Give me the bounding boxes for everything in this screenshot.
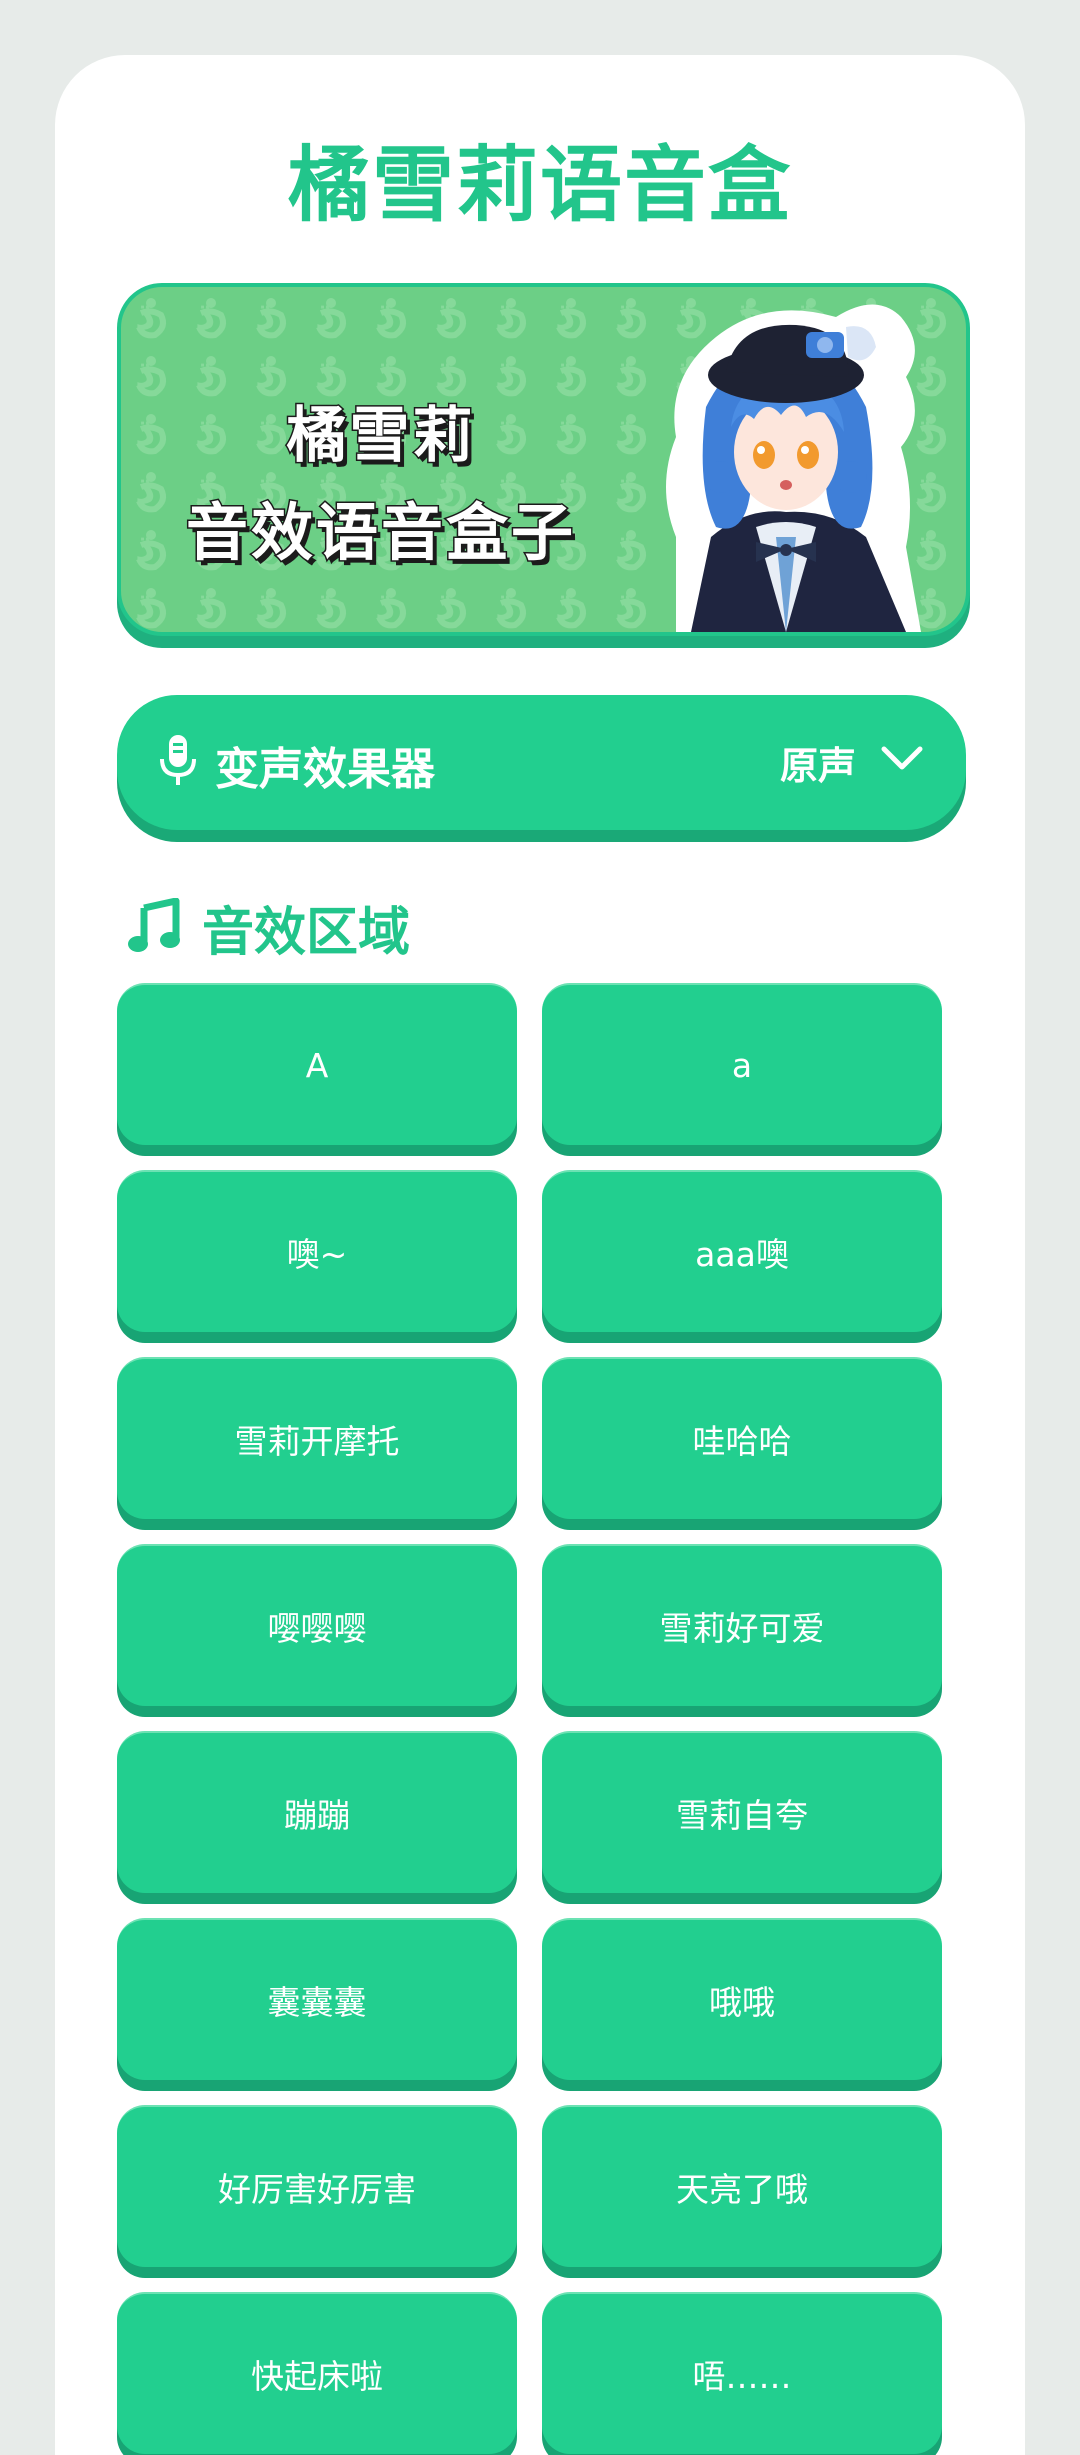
- section-title: 音效区域: [202, 903, 411, 963]
- voice-changer-dropdown[interactable]: 变声效果器 原声: [117, 695, 966, 830]
- voice-changer-value: 原声: [779, 744, 856, 788]
- sound-button[interactable]: aaa噢: [542, 1170, 942, 1332]
- sound-button[interactable]: 雪莉好可爱: [542, 1544, 942, 1706]
- character-illustration: [666, 304, 921, 632]
- banner-title-line2: 音效语音盒子: [184, 495, 576, 571]
- sound-button[interactable]: 哦哦: [542, 1918, 942, 2080]
- music-note-icon: [128, 898, 180, 952]
- sound-button[interactable]: 雪莉自夸: [542, 1731, 942, 1893]
- banner-title-line1: 橘雪莉: [285, 400, 476, 473]
- sound-button[interactable]: 哇哈哈: [542, 1357, 942, 1519]
- sound-button[interactable]: 快起床啦: [117, 2292, 517, 2454]
- sound-button[interactable]: 雪莉开摩托: [117, 1357, 517, 1519]
- sound-button[interactable]: A: [117, 983, 517, 1145]
- sound-button[interactable]: 唔……: [542, 2292, 942, 2454]
- banner: ڌ 橘雪莉 音效语音盒子: [117, 283, 970, 636]
- sound-button[interactable]: 噢~: [117, 1170, 517, 1332]
- sound-button[interactable]: 蹦蹦: [117, 1731, 517, 1893]
- microphone-icon: [160, 735, 196, 785]
- app-title: 橘雪莉语音盒: [287, 138, 792, 233]
- sound-button[interactable]: 天亮了哦: [542, 2105, 942, 2267]
- sound-button[interactable]: a: [542, 983, 942, 1145]
- sound-button[interactable]: 好厉害好厉害: [117, 2105, 517, 2267]
- sound-button[interactable]: 嘤嘤嘤: [117, 1544, 517, 1706]
- voice-changer-label: 变声效果器: [215, 744, 435, 795]
- sound-button[interactable]: 囊囊囊: [117, 1918, 517, 2080]
- chevron-down-icon: [881, 746, 923, 770]
